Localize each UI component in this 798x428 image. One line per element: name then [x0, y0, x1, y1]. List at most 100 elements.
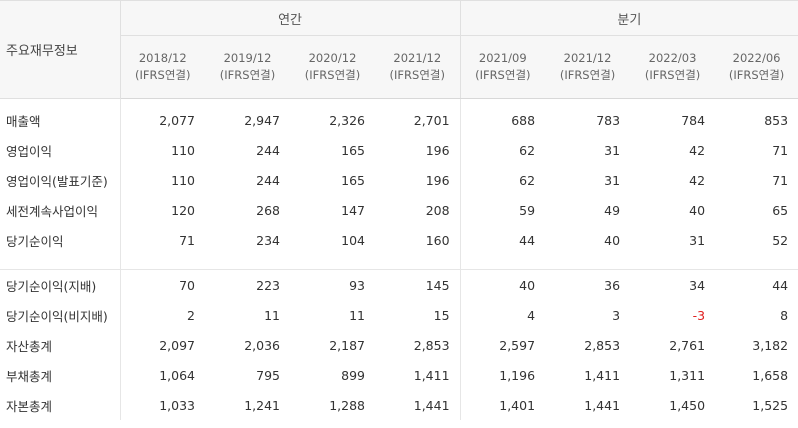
value-cell: 40	[459, 269, 546, 300]
period-header: 2021/12 (IFRS연결)	[545, 35, 631, 99]
value-cell: 783	[596, 112, 621, 128]
table-row: 자본총계 1,033 1,241 1,288 1,441 1,401 1,441 1,450 1…	[0, 390, 798, 420]
value-cell: 196	[425, 172, 450, 188]
value-cell: 234	[256, 232, 280, 248]
value-cell: 42	[689, 142, 706, 158]
row-label: 당기순이익(지배)	[0, 269, 120, 300]
period-header: 2021/12 (IFRS연결)	[375, 35, 461, 99]
value-cell: 688	[459, 98, 546, 135]
value-cell: 15	[433, 307, 450, 323]
table-header: 주요재무정보 연간 분기 2018/12 (IFRS연결) 2019/12 (IFRS…	[0, 0, 798, 99]
value-cell: 1,064	[119, 360, 205, 390]
period-header: 2021/09 (IFRS연결)	[459, 35, 546, 99]
value-cell: 244	[256, 142, 280, 158]
value-cell: 899	[341, 367, 365, 383]
value-cell: 52	[772, 232, 789, 248]
value-cell: 2,947	[244, 112, 280, 128]
value-cell: 1,311	[669, 367, 706, 383]
row-label: 매출액	[6, 113, 41, 129]
value-cell: -3	[692, 307, 706, 323]
value-cell: 147	[341, 202, 365, 218]
period-basis: (IFRS연결)	[475, 68, 531, 82]
value-cell: 62	[459, 165, 546, 195]
row-label-header: 주요재무정보	[0, 0, 120, 99]
period-label: 2020/12	[308, 51, 357, 65]
value-cell: 11	[349, 307, 365, 323]
period-header: 2020/12 (IFRS연결)	[290, 35, 375, 99]
value-cell: 40	[604, 232, 621, 248]
value-cell: 2,077	[119, 98, 205, 135]
value-cell: 34	[630, 269, 716, 300]
period-basis: (IFRS연결)	[559, 68, 616, 82]
value-cell: 2,761	[669, 337, 706, 353]
table-row: 자산총계 2,097 2,036 2,187 2,853 2,597 2,853 2,761 3…	[0, 330, 798, 360]
row-label: 자본총계	[6, 398, 53, 414]
period-header: 2019/12 (IFRS연결)	[205, 35, 290, 99]
table-row: 부채총계 1,064 795 899 1,411 1,196 1,411 1,311 1,658	[0, 360, 798, 390]
value-cell: 1,658	[752, 367, 789, 383]
period-label: 2019/12	[223, 51, 272, 65]
value-cell: 784	[681, 112, 706, 128]
value-cell: 2,036	[244, 337, 280, 353]
quarter-group-header: 분기	[459, 0, 798, 36]
period-basis: (IFRS연결)	[389, 68, 445, 82]
row-label: 세전계속사업이익	[6, 203, 99, 219]
row-label: 영업이익(발표기준)	[6, 173, 108, 189]
value-cell: 42	[689, 172, 706, 188]
value-cell: 65	[772, 202, 789, 218]
period-label: 2018/12	[138, 51, 187, 65]
value-cell: 110	[119, 165, 205, 195]
value-cell: 3,182	[752, 337, 789, 353]
annual-group-header: 연간	[119, 0, 461, 36]
period-label: 2022/06	[732, 51, 781, 65]
table-body: 매출액 2,077 2,947 2,326 2,701 688 783 784 853 영업이익 1…	[0, 98, 798, 420]
period-header: 2018/12 (IFRS연결)	[119, 35, 205, 99]
value-cell: 2,853	[584, 337, 621, 353]
value-cell: 62	[459, 135, 546, 165]
value-cell: 1,401	[459, 390, 546, 420]
value-cell: 1,196	[459, 360, 546, 390]
value-cell: 2,701	[413, 112, 450, 128]
period-label: 2021/12	[563, 51, 612, 65]
value-cell: 44	[459, 225, 546, 255]
value-cell: 71	[772, 172, 789, 188]
value-cell: 70	[119, 269, 205, 300]
value-cell: 160	[425, 232, 450, 248]
value-cell: 2,097	[119, 330, 205, 360]
value-cell: 268	[256, 202, 280, 218]
table-row: 당기순이익 71 234 104 160 44 40 31 52	[0, 225, 798, 255]
period-basis: (IFRS연결)	[219, 68, 276, 82]
value-cell: 40	[689, 202, 706, 218]
value-cell: 145	[375, 269, 461, 300]
value-cell: 795	[256, 367, 280, 383]
value-cell: 244	[256, 172, 280, 188]
value-cell: 2,187	[329, 337, 365, 353]
row-label: 당기순이익	[6, 233, 64, 249]
row-label: 자산총계	[6, 338, 53, 354]
value-cell: 93	[290, 269, 375, 300]
value-cell: 31	[604, 142, 621, 158]
value-cell: 44	[715, 269, 798, 300]
value-cell: 196	[425, 142, 450, 158]
value-cell: 2	[119, 300, 205, 330]
period-label: 2022/03	[648, 51, 697, 65]
value-cell: 4	[459, 300, 546, 330]
value-cell: 3	[612, 307, 621, 323]
value-cell: 208	[425, 202, 450, 218]
period-basis: (IFRS연결)	[304, 68, 361, 82]
table-row: 매출액 2,077 2,947 2,326 2,701 688 783 784 853	[0, 98, 798, 135]
value-cell: 110	[119, 135, 205, 165]
value-cell: 1,411	[584, 367, 621, 383]
value-cell: 165	[341, 172, 365, 188]
value-cell: 2,326	[329, 112, 365, 128]
period-basis: (IFRS연결)	[135, 68, 191, 82]
table-row: 영업이익 110 244 165 196 62 31 42 71	[0, 135, 798, 165]
value-cell: 1,288	[329, 397, 365, 413]
value-cell: 31	[689, 232, 706, 248]
value-cell: 1,525	[752, 397, 789, 413]
table-row: 당기순이익(비지배) 2 11 11 15 4 3 -3 8	[0, 300, 798, 330]
value-cell: 1,033	[119, 390, 205, 420]
period-basis: (IFRS연결)	[644, 68, 701, 82]
value-cell: 2,853	[413, 337, 450, 353]
period-header: 2022/03 (IFRS연결)	[630, 35, 716, 99]
